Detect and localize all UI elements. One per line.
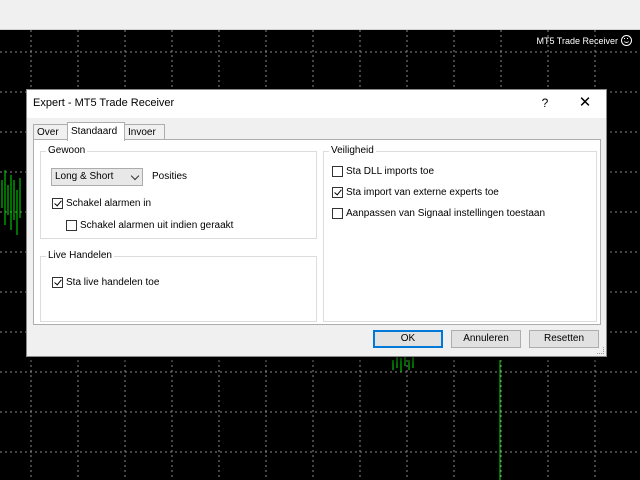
alarm-checkbox[interactable] [52, 198, 63, 209]
expert-dialog: Expert - MT5 Trade Receiver ? ✕ Over Sta… [26, 89, 607, 357]
chevron-down-icon [130, 171, 140, 181]
close-button[interactable]: ✕ [577, 94, 593, 111]
help-button[interactable]: ? [539, 96, 551, 110]
dll-imports-checkbox[interactable] [332, 166, 343, 177]
chart-ea-label: MT5 Trade Receiver [536, 36, 618, 46]
signal-settings-checkbox[interactable] [332, 208, 343, 219]
group-gewoon-legend: Gewoon [46, 145, 88, 157]
group-live: Live Handelen Sta live handelen toe [40, 250, 317, 322]
positions-select[interactable]: Long & Short [51, 168, 143, 186]
dll-imports-label[interactable]: Sta DLL imports toe [346, 166, 434, 177]
signal-settings-label[interactable]: Aanpassen van Signaal instellingen toest… [346, 208, 545, 219]
group-gewoon: Gewoon Long & Short Posities Schakel ala… [40, 145, 317, 239]
alarm-off-checkbox[interactable] [66, 220, 77, 231]
external-experts-label[interactable]: Sta import van externe experts toe [346, 187, 499, 198]
toolbar-area [0, 0, 640, 30]
tab-standaard[interactable]: Standaard [67, 122, 125, 141]
tab-over[interactable]: Over [33, 124, 68, 140]
alarm-label[interactable]: Schakel alarmen in [66, 198, 151, 209]
tab-panel-standaard: Gewoon Long & Short Posities Schakel ala… [33, 139, 601, 325]
positions-label: Posities [152, 171, 188, 182]
alarm-off-label[interactable]: Schakel alarmen uit indien geraakt [80, 220, 233, 231]
live-trading-label[interactable]: Sta live handelen toe [66, 277, 159, 288]
dialog-titlebar[interactable]: Expert - MT5 Trade Receiver ? ✕ [27, 90, 606, 118]
cancel-button[interactable]: Annuleren [451, 330, 521, 348]
group-veiligheid-legend: Veiligheid [329, 145, 376, 157]
resize-grip[interactable] [597, 347, 604, 354]
group-veiligheid: Veiligheid Sta DLL imports toe Sta impor… [323, 145, 597, 322]
group-live-legend: Live Handelen [46, 250, 114, 262]
positions-select-value: Long & Short [55, 171, 114, 182]
reset-button[interactable]: Resetten [529, 330, 599, 348]
tab-invoer[interactable]: Invoer [124, 124, 165, 140]
external-experts-checkbox[interactable] [332, 187, 343, 198]
dialog-title: Expert - MT5 Trade Receiver [33, 97, 175, 109]
ok-button[interactable]: OK [373, 330, 443, 348]
smiley-icon [621, 35, 632, 46]
live-trading-checkbox[interactable] [52, 277, 63, 288]
